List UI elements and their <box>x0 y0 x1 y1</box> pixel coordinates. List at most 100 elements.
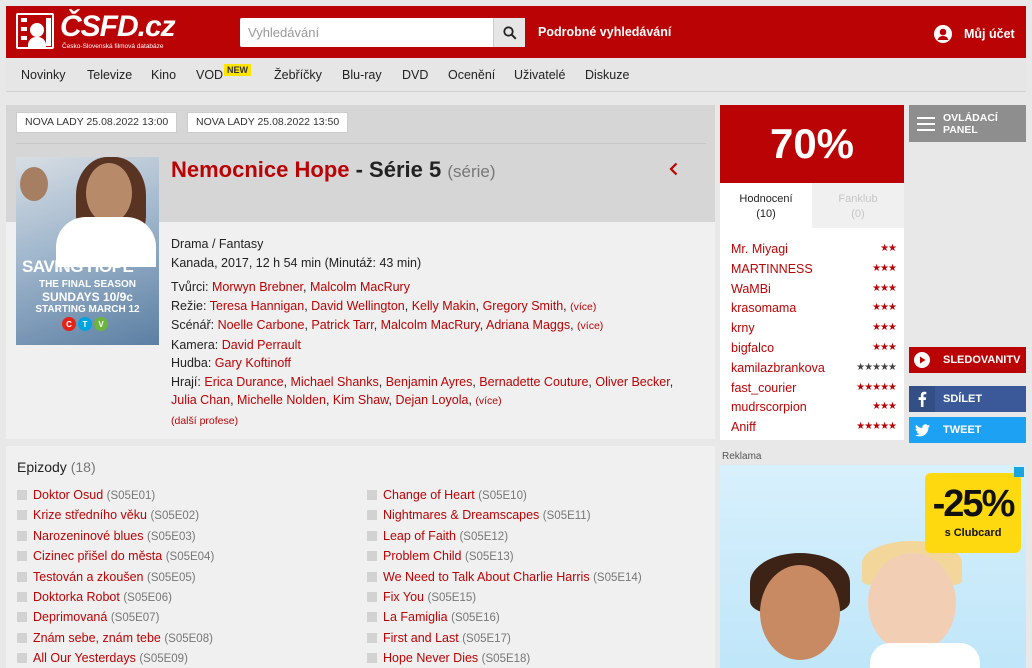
more-link[interactable]: (více) <box>475 395 501 407</box>
nav-item-dvd[interactable]: DVD <box>402 68 428 82</box>
list-item: Narozeninové blues (S05E03) <box>17 529 196 543</box>
film-info: Drama / Fantasy Kanada, 2017, 12 h 54 mi… <box>171 235 706 430</box>
episode-link[interactable]: Leap of Faith <box>383 529 456 543</box>
episode-link[interactable]: La Famiglia <box>383 610 448 624</box>
poster-image[interactable]: SAVING HOPE THE FINAL SEASON SUNDAYS 10/… <box>16 157 159 345</box>
person-link[interactable]: Adriana Maggs <box>486 318 570 332</box>
episode-link[interactable]: Problem Child <box>383 549 462 563</box>
nav-item-oceneni[interactable]: Ocenění <box>448 68 495 82</box>
episode-link[interactable]: We Need to Talk About Charlie Harris <box>383 570 590 584</box>
person-link[interactable]: Malcolm MacRury <box>381 318 480 332</box>
stars-icon: ★★★ <box>872 282 897 294</box>
person-link[interactable]: Gary Koftinoff <box>215 356 291 370</box>
episode-link[interactable]: Doktorka Robot <box>33 590 120 604</box>
nav-item-kino[interactable]: Kino <box>151 68 176 82</box>
advertisement[interactable]: -25% s Clubcard <box>720 465 1026 668</box>
other-professions-link[interactable]: (další profese) <box>171 415 238 427</box>
user-link[interactable]: mudrscorpion <box>731 400 807 414</box>
sledovanitv-button[interactable]: SLEDOVANITV <box>909 347 1026 373</box>
person-link[interactable]: David Wellington <box>311 299 405 313</box>
user-link[interactable]: kamilazbrankova <box>731 361 825 375</box>
episode-link[interactable]: Narozeninové blues <box>33 529 144 543</box>
play-icon <box>914 352 930 368</box>
person-link[interactable]: Patrick Tarr <box>311 318 373 332</box>
nav-item-zebricky[interactable]: Žebříčky <box>274 68 322 82</box>
facebook-share-button[interactable]: SDÍLET <box>909 386 1026 412</box>
person-link[interactable]: Noelle Carbone <box>218 318 305 332</box>
premiere-badge[interactable]: NOVA LADY 25.08.2022 13:50 <box>187 112 349 133</box>
chevron-left-icon[interactable] <box>666 161 682 177</box>
person-link[interactable]: Erica Durance <box>204 375 283 389</box>
more-link[interactable]: (více) <box>577 320 603 332</box>
user-link[interactable]: fast_courier <box>731 381 796 395</box>
nav-item-uzivatele[interactable]: Uživatelé <box>514 68 565 82</box>
user-link[interactable]: krasomama <box>731 301 796 315</box>
ad-close-icon[interactable] <box>1014 467 1024 477</box>
nav-item-vod[interactable]: VOD <box>196 68 223 82</box>
episode-link[interactable]: Krize středního věku <box>33 508 147 522</box>
episode-link[interactable]: Testován a zkoušen <box>33 570 144 584</box>
episode-link[interactable]: Hope Never Dies <box>383 651 478 665</box>
person-link[interactable]: Teresa Hannigan <box>210 299 305 313</box>
search-button[interactable] <box>493 18 525 47</box>
account-button[interactable]: Můj účet <box>934 24 1015 44</box>
list-item: Fix You (S05E15) <box>367 590 476 604</box>
user-link[interactable]: krny <box>731 321 755 335</box>
episode-link[interactable]: First and Last <box>383 631 459 645</box>
site-logo[interactable]: ČSFD.cz Česko-Slovenská filmová databáze <box>16 10 186 53</box>
more-link[interactable]: (více) <box>570 301 596 313</box>
person-link[interactable]: Malcolm MacRury <box>310 280 410 294</box>
nav-item-diskuze[interactable]: Diskuze <box>585 68 629 82</box>
person-link[interactable]: Bernadette Couture <box>479 375 588 389</box>
premiere-badge[interactable]: NOVA LADY 25.08.2022 13:00 <box>16 112 178 133</box>
person-link[interactable]: Morwyn Brebner <box>212 280 303 294</box>
user-link[interactable]: MARTINNESS <box>731 262 813 276</box>
person-link[interactable]: Kelly Makin <box>412 299 476 313</box>
nav-item-bluray[interactable]: Blu-ray <box>342 68 382 82</box>
person-link[interactable]: Dejan Loyola <box>395 393 468 407</box>
search-input[interactable] <box>240 18 492 47</box>
person-link[interactable]: Julia Chan <box>171 393 230 407</box>
stars-icon: ★★★ <box>872 302 897 314</box>
film-name[interactable]: Nemocnice Hope <box>171 157 350 182</box>
list-item: Problem Child (S05E13) <box>367 549 514 563</box>
person-link[interactable]: Benjamin Ayres <box>386 375 473 389</box>
stars-icon: ★★ <box>880 243 897 254</box>
person-link[interactable]: Michelle Nolden <box>237 393 326 407</box>
episode-link[interactable]: Change of Heart <box>383 488 475 502</box>
poster-line: SUNDAYS 10/9c <box>42 290 133 304</box>
tab-fanclub[interactable]: Fanklub (0) <box>812 183 904 228</box>
stars-icon: ★★★ <box>872 401 897 413</box>
main-nav: Novinky Televize Kino VOD NEW Žebříčky B… <box>6 58 1026 92</box>
person-link[interactable]: Kim Shaw <box>333 393 389 407</box>
person-link[interactable]: Michael Shanks <box>291 375 379 389</box>
user-link[interactable]: WaMBi <box>731 282 771 296</box>
tab-ratings[interactable]: Hodnocení (10) <box>720 183 812 228</box>
episode-link[interactable]: Fix You <box>383 590 424 604</box>
episode-link[interactable]: Cizinec přišel do města <box>33 549 162 563</box>
list-item: Testován a zkoušen (S05E05) <box>17 570 196 584</box>
stars-icon: ★★★★★ <box>856 381 897 393</box>
nav-item-novinky[interactable]: Novinky <box>21 68 65 82</box>
user-rating-row: Mr. Miyagi ★★ <box>731 242 897 262</box>
episode-link[interactable]: Deprimovaná <box>33 610 107 624</box>
user-link[interactable]: Mr. Miyagi <box>731 242 788 256</box>
user-rating-row: Aniff ★★★★★ <box>731 420 897 440</box>
person-link[interactable]: David Perrault <box>222 338 301 352</box>
user-link[interactable]: Aniff <box>731 420 756 434</box>
episode-link[interactable]: Nightmares & Dreamscapes <box>383 508 539 522</box>
film-box: NOVA LADY 25.08.2022 13:00 NOVA LADY 25.… <box>6 105 715 439</box>
person-link[interactable]: Gregory Smith <box>483 299 564 313</box>
user-link[interactable]: bigfalco <box>731 341 774 355</box>
episode-link[interactable]: Znám sebe, znám tebe <box>33 631 161 645</box>
episode-link[interactable]: All Our Yesterdays <box>33 651 136 665</box>
person-link[interactable]: Oliver Becker <box>595 375 669 389</box>
logo-word: ČSFD.cz <box>60 10 176 43</box>
search-icon <box>502 25 517 40</box>
nav-item-televize[interactable]: Televize <box>87 68 132 82</box>
twitter-tweet-button[interactable]: TWEET <box>909 417 1026 443</box>
control-panel-button[interactable]: OVLÁDACÍ PANEL <box>909 105 1026 142</box>
advanced-search-link[interactable]: Podrobné vyhledávání <box>538 25 671 39</box>
list-item: La Famiglia (S05E16) <box>367 610 500 624</box>
episode-link[interactable]: Doktor Osud <box>33 488 103 502</box>
